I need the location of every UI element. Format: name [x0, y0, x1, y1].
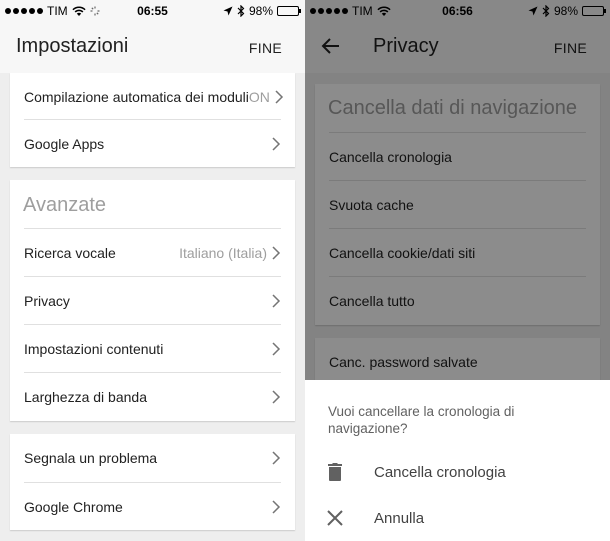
sheet-question: Vuoi cancellare la cronologia di navigaz… [328, 404, 515, 436]
chevron-right-icon [272, 341, 281, 356]
battery-percent: 98% [248, 4, 273, 18]
close-icon [327, 510, 343, 526]
settings-row-autofill[interactable]: Compilazione automatica dei moduli ON [24, 73, 283, 121]
settings-card-about: Segnala un problema Google Chrome [10, 434, 295, 530]
bluetooth-icon [237, 5, 245, 17]
row-value: Italiano (Italia) [179, 244, 267, 261]
row-label: Impostazioni contenuti [24, 340, 164, 357]
chevron-right-icon [272, 499, 281, 514]
settings-row-bandwidth[interactable]: Larghezza di banda [24, 372, 281, 420]
confirm-bottom-sheet: Vuoi cancellare la cronologia di navigaz… [305, 380, 610, 541]
cancel-label: Annulla [374, 509, 425, 527]
row-label: Segnala un problema [24, 450, 158, 466]
row-label: Google Apps [24, 135, 105, 152]
chevron-right-icon [272, 451, 281, 465]
settings-row-google-chrome[interactable]: Google Chrome [24, 482, 281, 530]
settings-row-voice-search[interactable]: Ricerca vocale Italiano (Italia) [24, 228, 281, 276]
row-label: Privacy [24, 292, 70, 309]
done-button[interactable]: FINE [249, 40, 282, 56]
row-label: Ricerca vocale [24, 244, 116, 261]
settings-row-report-problem[interactable]: Segnala un problema [24, 434, 281, 482]
status-bar: TIM 06:55 98% [0, 0, 305, 20]
chevron-right-icon [272, 136, 281, 151]
app-bar: Impostazioni FINE [0, 20, 305, 73]
settings-row-privacy[interactable]: Privacy [24, 276, 281, 324]
page-title: Impostazioni [16, 35, 129, 57]
battery-icon [277, 6, 301, 16]
row-label: Google Chrome [24, 498, 123, 515]
confirm-clear-history-button[interactable]: Cancella cronologia [305, 450, 610, 494]
confirm-label: Cancella cronologia [374, 463, 506, 481]
row-label: Compilazione automatica dei moduli [24, 89, 249, 105]
settings-card-basic: Compilazione automatica dei moduli ON Go… [10, 73, 295, 167]
row-label: Larghezza di banda [24, 388, 147, 405]
row-value: ON [248, 89, 270, 105]
settings-card-advanced: Avanzate Ricerca vocale Italiano (Italia… [10, 180, 295, 421]
chevron-right-icon [272, 245, 281, 260]
settings-row-google-apps[interactable]: Google Apps [24, 119, 281, 167]
location-arrow-icon [223, 6, 233, 16]
settings-row-content-settings[interactable]: Impostazioni contenuti [24, 324, 281, 372]
chevron-right-icon [272, 389, 281, 404]
section-title-advanced: Avanzate [23, 194, 107, 216]
settings-screen: TIM 06:55 98% Impostazioni FINE Compilaz… [0, 0, 305, 541]
chevron-right-icon [272, 293, 281, 308]
trash-icon [328, 463, 342, 481]
cancel-button[interactable]: Annulla [305, 496, 610, 540]
chevron-right-icon [275, 90, 283, 104]
privacy-screen: TIM 06:56 98% Privacy FINE Cancella dati… [305, 0, 610, 541]
